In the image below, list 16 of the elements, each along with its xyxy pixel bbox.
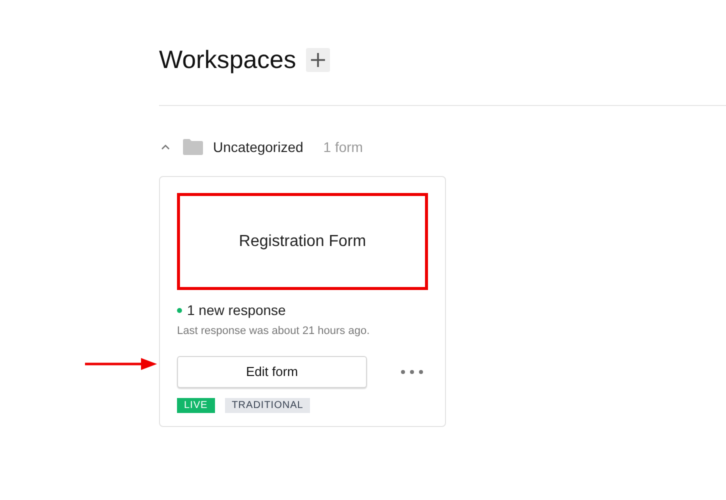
collapse-toggle[interactable] — [160, 142, 170, 152]
new-responses: 1 new response — [187, 301, 286, 320]
plus-icon — [310, 52, 326, 68]
page-title: Workspaces — [159, 48, 296, 72]
form-title: Registration Form — [238, 232, 366, 252]
edit-form-button[interactable]: Edit form — [177, 356, 367, 388]
form-count: 1 form — [323, 138, 363, 156]
more-icon — [401, 370, 423, 374]
form-preview[interactable]: Registration Form — [177, 193, 428, 290]
status-tag: TRADITIONAL — [224, 398, 310, 412]
status-tag: LIVE — [177, 398, 215, 412]
folder-icon — [183, 139, 203, 155]
workspace-name[interactable]: Uncategorized — [213, 136, 304, 158]
last-response-text: Last response was about 21 hours ago. — [177, 324, 371, 339]
caret-icon — [160, 144, 170, 150]
add-workspace-button[interactable] — [306, 48, 330, 72]
